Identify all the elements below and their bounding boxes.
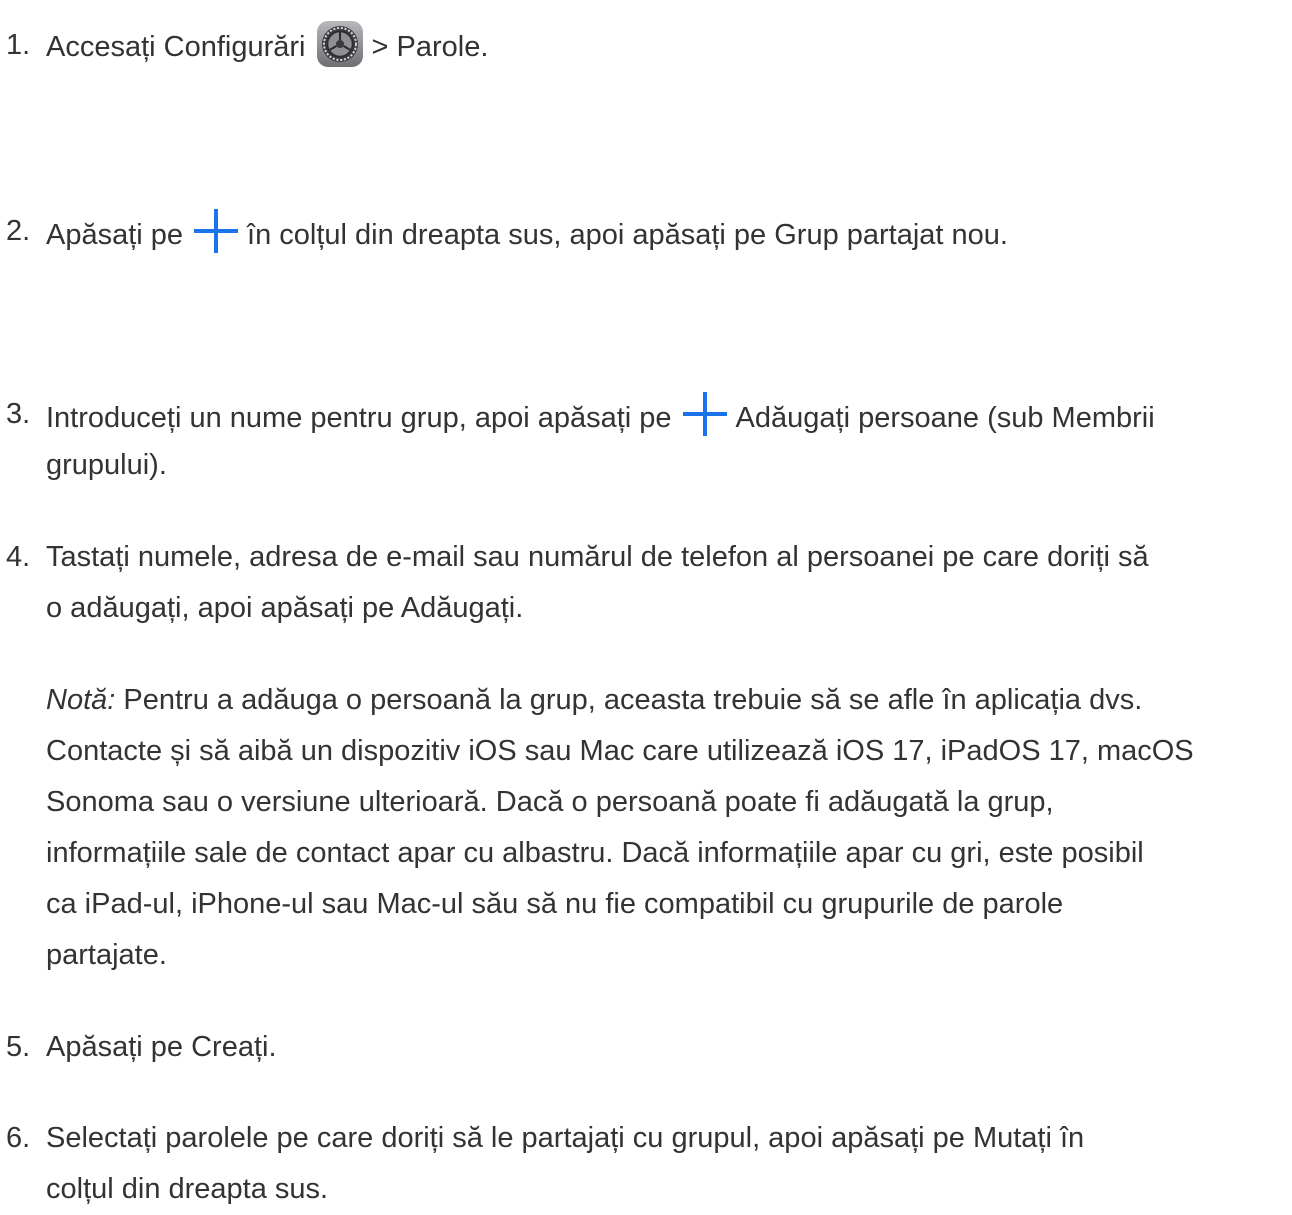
step-line: Tastați numele, adresa de e-mail sau num… (46, 541, 1149, 573)
plus-icon (680, 389, 730, 439)
note-line: ca iPad-ul, iPhone-ul sau Mac-ul său să … (46, 888, 1064, 920)
step-text-after: în colțul din dreapta sus, apoi apăsați … (247, 219, 1008, 251)
step-line: Selectați parolele pe care doriți să le … (46, 1122, 1085, 1154)
step-text-after: Adăugați persoane (sub Membrii (735, 402, 1155, 434)
step-number: 6. (6, 1122, 31, 1154)
step-text: Introduceți un nume pentru grup, apoi ap… (46, 402, 672, 434)
step-6: 6. Selectați parolele pe care doriți să … (0, 1113, 1292, 1215)
step-text: Apăsați pe Creați. (46, 1031, 277, 1063)
step-1: 1. Accesați Configurări > Parole. (0, 20, 1292, 73)
step-text-after: > Parole. (371, 31, 489, 63)
step-2: 2. Apăsați pe în colțul din dreapta sus,… (0, 206, 1292, 261)
note-label: Notă: (46, 684, 116, 716)
step-5: 5. Apăsați pe Creați. (0, 1022, 1292, 1073)
step-3: 3. Introduceți un nume pentru grup, apoi… (0, 389, 1292, 491)
note: Notă: Pentru a adăuga o persoană la grup… (46, 675, 1292, 981)
step-line: colțul din dreapta sus. (46, 1173, 329, 1205)
step-number: 5. (6, 1031, 31, 1063)
step-line: grupului). (46, 449, 167, 481)
note-line: Sonoma sau o versiune ulterioară. Dacă o… (46, 786, 1054, 818)
step-number: 3. (6, 398, 31, 430)
note-line: Contacte și să aibă un dispozitiv iOS sa… (46, 735, 1194, 767)
note-text: Pentru a adăuga o persoană la grup, acea… (115, 684, 1143, 716)
step-4: 4. Tastați numele, adresa de e-mail sau … (0, 532, 1292, 981)
step-number: 2. (6, 215, 31, 247)
step-line: Introduceți un nume pentru grup, apoi ap… (46, 389, 1292, 440)
step-line: o adăugați, apoi apăsați pe Adăugați. (46, 592, 524, 624)
step-number: 4. (6, 541, 31, 573)
note-line: informațiile sale de contact apar cu alb… (46, 837, 1144, 869)
step-text: Accesați Configurări (46, 31, 306, 63)
settings-gear-icon (316, 20, 364, 68)
step-text: Apăsați pe (46, 219, 184, 251)
note-line: partajate. (46, 939, 167, 971)
step-number: 1. (6, 29, 31, 61)
note-line: Notă: Pentru a adăuga o persoană la grup… (46, 675, 1292, 726)
plus-icon (191, 206, 241, 256)
